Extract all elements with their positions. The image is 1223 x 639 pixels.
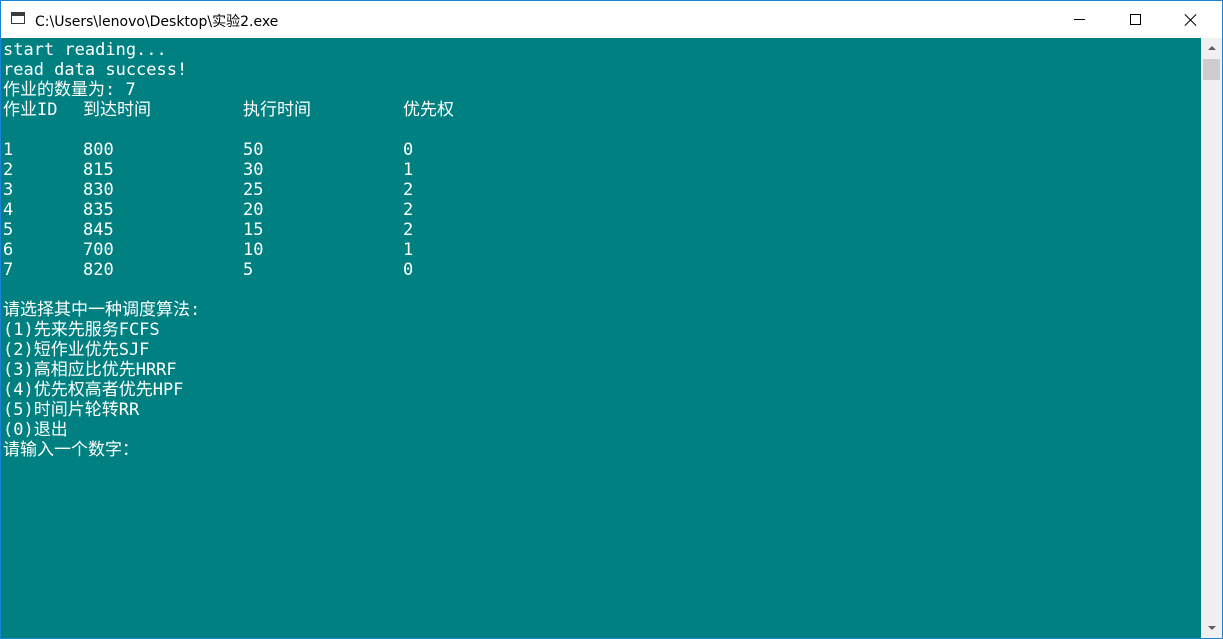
menu-title: 请选择其中一种调度算法:	[3, 300, 201, 320]
job-id: 3	[3, 180, 14, 200]
job-exec: 25	[243, 180, 264, 200]
job-id: 2	[3, 160, 14, 180]
job-exec: 20	[243, 200, 264, 220]
job-priority: 0	[403, 260, 414, 280]
job-table-row: 3 830 25 2	[3, 180, 1193, 200]
job-id: 5	[3, 220, 14, 240]
job-priority: 2	[403, 220, 414, 240]
job-exec: 15	[243, 220, 264, 240]
menu-option: (1)先来先服务FCFS	[3, 320, 160, 340]
console-line: read data success!	[3, 60, 188, 80]
job-arrival: 830	[83, 180, 114, 200]
menu-option: (0)退出	[3, 420, 68, 440]
job-id: 7	[3, 260, 14, 280]
scroll-down-button[interactable]	[1201, 618, 1222, 638]
window-title: C:\Users\lenovo\Desktop\实验2.exe	[35, 14, 279, 30]
job-table-row: 5 845 15 2	[3, 220, 1193, 240]
chevron-up-icon	[1207, 46, 1216, 50]
close-icon	[1185, 14, 1197, 26]
job-id: 4	[3, 200, 14, 220]
job-priority: 1	[403, 160, 414, 180]
chevron-down-icon	[1207, 626, 1216, 630]
job-table-row: 1 800 50 0	[3, 140, 1193, 160]
job-priority: 1	[403, 240, 414, 260]
job-exec: 30	[243, 160, 264, 180]
vertical-scrollbar[interactable]	[1201, 38, 1222, 638]
header-exec-time: 执行时间	[243, 100, 311, 120]
job-exec: 10	[243, 240, 264, 260]
console-window: C:\Users\lenovo\Desktop\实验2.exe start re…	[0, 0, 1223, 639]
job-arrival: 700	[83, 240, 114, 260]
console-app-icon	[11, 12, 25, 24]
header-job-id: 作业ID	[3, 100, 58, 120]
job-arrival: 845	[83, 220, 114, 240]
job-id: 1	[3, 140, 14, 160]
job-arrival: 800	[83, 140, 114, 160]
job-table-row: 2 815 30 1	[3, 160, 1193, 180]
job-table-row: 7 820 5 0	[3, 260, 1193, 280]
console-output-area[interactable]: start reading... read data success! 作业的数…	[1, 38, 1201, 638]
menu-option: (4)优先权高者优先HPF	[3, 380, 184, 400]
job-arrival: 835	[83, 200, 114, 220]
header-arrival-time: 到达时间	[83, 100, 151, 120]
close-button[interactable]	[1163, 1, 1219, 38]
scroll-thumb[interactable]	[1203, 59, 1220, 80]
job-arrival: 815	[83, 160, 114, 180]
minimize-button[interactable]	[1051, 1, 1107, 38]
scroll-up-button[interactable]	[1201, 38, 1222, 58]
title-bar[interactable]: C:\Users\lenovo\Desktop\实验2.exe	[1, 1, 1222, 38]
console-line: start reading...	[3, 40, 167, 60]
menu-option: (3)高相应比优先HRRF	[3, 360, 177, 380]
job-table-row: 6 700 10 1	[3, 240, 1193, 260]
job-table-header: 作业ID 到达时间 执行时间 优先权	[3, 100, 1193, 120]
job-priority: 2	[403, 180, 414, 200]
maximize-icon	[1129, 14, 1141, 25]
minimize-icon	[1073, 19, 1085, 20]
console-content: start reading... read data success! 作业的数…	[3, 40, 1193, 460]
menu-option: (5)时间片轮转RR	[3, 400, 140, 420]
job-priority: 0	[403, 140, 414, 160]
header-priority: 优先权	[403, 100, 454, 120]
job-priority: 2	[403, 200, 414, 220]
maximize-button[interactable]	[1107, 1, 1163, 38]
job-count-line: 作业的数量为: 7	[3, 80, 136, 100]
menu-option: (2)短作业优先SJF	[3, 340, 150, 360]
job-table-row: 4 835 20 2	[3, 200, 1193, 220]
job-exec: 5	[243, 260, 254, 280]
job-arrival: 820	[83, 260, 114, 280]
job-id: 6	[3, 240, 14, 260]
job-exec: 50	[243, 140, 264, 160]
input-prompt[interactable]: 请输入一个数字：	[3, 440, 1193, 460]
